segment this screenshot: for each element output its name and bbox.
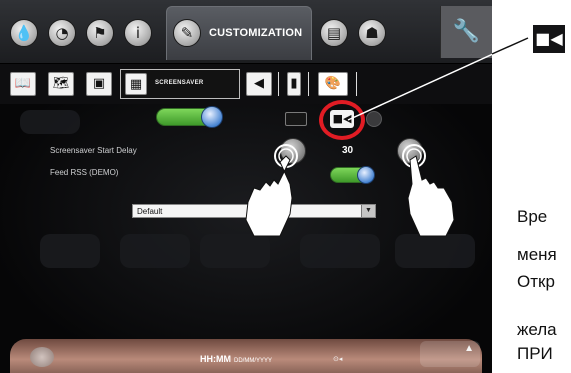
side-text-line: Вре: [517, 207, 548, 226]
video-camera-icon: ■◀: [533, 25, 565, 53]
side-text-line: Откр: [517, 272, 555, 291]
side-text-line: меня: [517, 245, 557, 264]
callout-line: [347, 37, 529, 121]
side-text-line: ПРИ: [517, 344, 553, 363]
side-text-line: жела: [517, 320, 557, 339]
page: 💧 ◔ ⚑ i ✎ CUSTOMIZATION ▤ ☗ 🔧 📖 🗺 ▣ ▦ SC…: [0, 0, 571, 373]
